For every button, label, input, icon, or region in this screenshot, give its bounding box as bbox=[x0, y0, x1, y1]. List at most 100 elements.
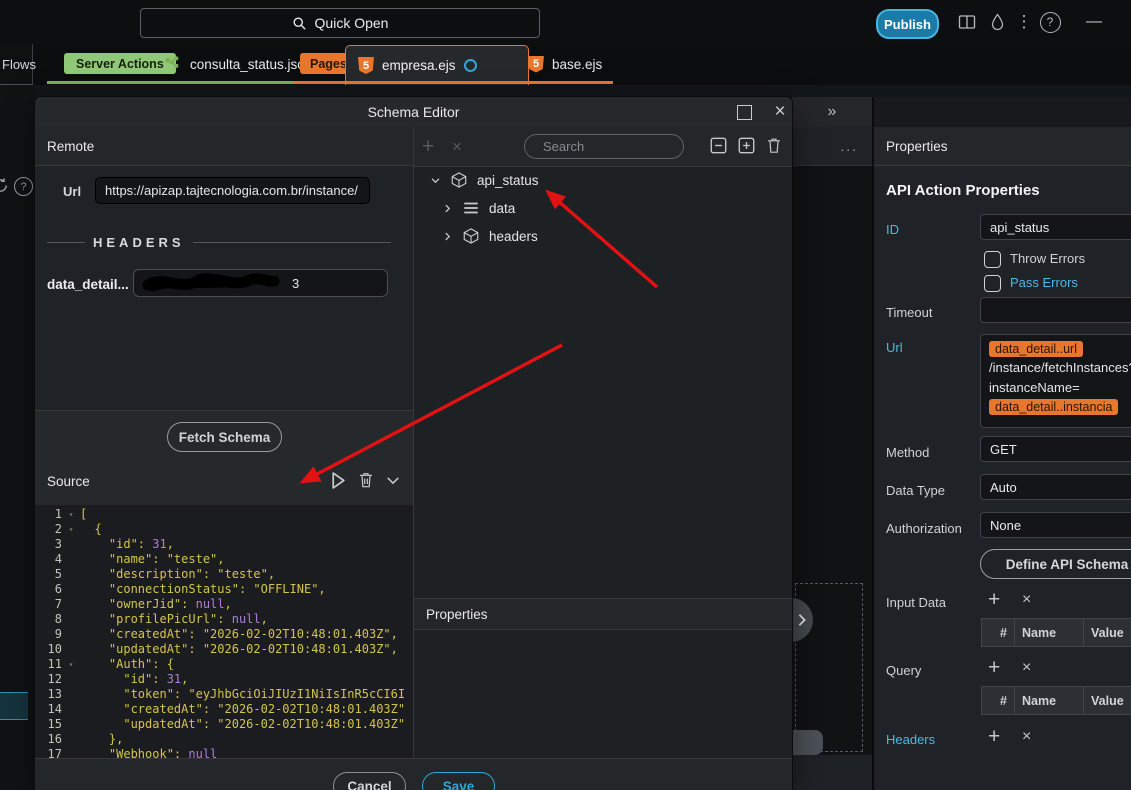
play-icon[interactable] bbox=[330, 471, 347, 490]
header-value-input[interactable]: 3 bbox=[133, 269, 388, 297]
fetch-schema-section: Fetch Schema bbox=[35, 410, 413, 461]
server-action-icon bbox=[164, 55, 182, 73]
url-label: Url bbox=[886, 340, 903, 355]
source-code-editor[interactable]: 1▾[2▾ {3 "id": 31,4 "name": "teste",5 "d… bbox=[35, 505, 413, 760]
timeout-input[interactable] bbox=[980, 297, 1131, 323]
fold-marker[interactable]: ▾ bbox=[62, 507, 80, 522]
save-button[interactable]: Save bbox=[422, 772, 495, 790]
cancel-button[interactable]: Cancel bbox=[333, 772, 406, 790]
search-input[interactable] bbox=[524, 134, 684, 159]
kebab-menu-icon[interactable]: ⋮ bbox=[1012, 10, 1036, 34]
id-label: ID bbox=[886, 222, 899, 237]
data-type-select[interactable]: Auto bbox=[980, 474, 1131, 500]
remove-node-icon[interactable]: × bbox=[452, 137, 462, 157]
maximize-icon[interactable] bbox=[737, 105, 752, 120]
headers-label: Headers bbox=[886, 732, 935, 747]
collapsed-tab-stub[interactable] bbox=[792, 730, 823, 755]
fold-marker bbox=[62, 552, 80, 567]
tab-bar: Flows Server Actions consulta_status.jso… bbox=[0, 44, 1131, 85]
schema-tree-pane: + × api_statusdataheaders Properties bbox=[413, 127, 792, 758]
fold-marker bbox=[62, 732, 80, 747]
trash-icon[interactable] bbox=[766, 136, 782, 155]
fold-marker bbox=[62, 672, 80, 687]
chevron-right-icon bbox=[442, 203, 453, 214]
define-api-schema-button[interactable]: Define API Schema bbox=[980, 549, 1131, 579]
url-label: Url bbox=[63, 184, 85, 199]
dialog-title: Schema Editor bbox=[368, 104, 460, 120]
pass-errors-checkbox[interactable] bbox=[984, 275, 1001, 292]
rail-selected-item[interactable] bbox=[0, 692, 28, 720]
query-table-header: # Name Value bbox=[981, 686, 1131, 715]
quick-open-button[interactable]: Quick Open bbox=[140, 8, 540, 38]
header-name-label: data_detail... bbox=[47, 277, 129, 292]
collapse-all-icon[interactable] bbox=[710, 137, 727, 154]
tab-base[interactable]: 5 base.ejs bbox=[520, 44, 602, 84]
expand-panel-strip[interactable]: » bbox=[792, 97, 872, 128]
fold-marker bbox=[62, 702, 80, 717]
tab-flows[interactable]: Flows bbox=[0, 44, 33, 85]
fold-marker[interactable]: ▾ bbox=[62, 657, 80, 672]
fold-marker[interactable]: ▾ bbox=[62, 522, 80, 537]
trash-icon[interactable] bbox=[358, 471, 374, 489]
refresh-icon[interactable] bbox=[0, 177, 9, 194]
fetch-schema-button[interactable]: Fetch Schema bbox=[167, 422, 282, 452]
fold-marker bbox=[62, 717, 80, 732]
source-label: Source bbox=[47, 474, 90, 489]
chevron-right-icon bbox=[442, 231, 453, 242]
fold-marker bbox=[62, 612, 80, 627]
clear-headers-button[interactable]: × bbox=[1022, 727, 1031, 747]
authorization-label: Authorization bbox=[886, 521, 962, 536]
close-icon[interactable]: × bbox=[770, 99, 790, 125]
url-expression-input[interactable]: data_detail..url /instance/fetchInstance… bbox=[980, 334, 1131, 428]
help-icon[interactable]: ? bbox=[1038, 10, 1062, 34]
publish-button[interactable]: Publish bbox=[876, 9, 939, 39]
throw-errors-checkbox[interactable] bbox=[984, 251, 1001, 268]
api-action-properties-title: API Action Properties bbox=[886, 182, 1040, 199]
quick-open-label: Quick Open bbox=[315, 15, 389, 31]
code-line-14: 14 "createdAt": "2026-02-02T10:48:01.403… bbox=[35, 702, 413, 717]
add-node-icon[interactable]: + bbox=[422, 135, 434, 159]
app-window: Quick Open Publish ⋮ ? — Flows Server Ac… bbox=[0, 0, 1131, 790]
left-rail: ? bbox=[0, 85, 35, 790]
fold-marker bbox=[62, 627, 80, 642]
tab-empresa-active[interactable]: 5 empresa.ejs bbox=[345, 45, 529, 85]
html5-icon: 5 bbox=[528, 56, 544, 73]
help-icon[interactable]: ? bbox=[14, 177, 33, 196]
fold-marker bbox=[62, 687, 80, 702]
dialog-title-bar[interactable]: Schema Editor bbox=[35, 97, 792, 128]
minimize-icon[interactable]: — bbox=[1082, 10, 1106, 34]
clear-input-data-button[interactable]: × bbox=[1022, 590, 1031, 610]
add-query-button[interactable]: + bbox=[988, 658, 1000, 678]
tree-item-data[interactable]: data bbox=[414, 194, 792, 222]
html5-icon: 5 bbox=[358, 57, 374, 74]
tree-item-headers[interactable]: headers bbox=[414, 222, 792, 250]
tree-item-api_status[interactable]: api_status bbox=[414, 166, 792, 194]
object-cube-icon bbox=[462, 227, 480, 245]
authorization-select[interactable]: None bbox=[980, 512, 1131, 538]
add-input-data-button[interactable]: + bbox=[988, 590, 1000, 610]
server-actions-badge[interactable]: Server Actions bbox=[64, 53, 176, 74]
code-line-8: 8 "profilePicUrl": null, bbox=[35, 612, 413, 627]
ellipsis-icon: ... bbox=[840, 138, 858, 154]
binding-chip[interactable]: data_detail..url bbox=[989, 341, 1083, 357]
expand-all-icon[interactable] bbox=[738, 137, 755, 154]
hidden-panel-footer bbox=[792, 755, 872, 790]
droplet-icon[interactable] bbox=[985, 10, 1009, 34]
binding-chip[interactable]: data_detail..instancia bbox=[989, 399, 1118, 415]
dialog-footer: Cancel Save bbox=[35, 758, 792, 790]
more-options-strip[interactable]: ... bbox=[792, 127, 872, 166]
add-header-button[interactable]: + bbox=[988, 727, 1000, 747]
split-view-icon[interactable] bbox=[955, 10, 979, 34]
method-label: Method bbox=[886, 445, 929, 460]
headers-divider: HEADERS bbox=[47, 235, 391, 250]
clear-query-button[interactable]: × bbox=[1022, 658, 1031, 678]
fold-marker bbox=[62, 597, 80, 612]
chevron-down-icon bbox=[430, 175, 441, 186]
method-select[interactable]: GET bbox=[980, 436, 1131, 462]
remote-url-input[interactable]: https://apizap.tajtecnologia.com.br/inst… bbox=[95, 177, 370, 204]
array-list-icon bbox=[462, 199, 480, 217]
top-bar: Quick Open Publish ⋮ ? — bbox=[0, 0, 1131, 44]
id-input[interactable]: api_status bbox=[980, 214, 1131, 240]
chevron-down-icon[interactable] bbox=[386, 476, 400, 485]
code-line-12: 12 "id": 31, bbox=[35, 672, 413, 687]
